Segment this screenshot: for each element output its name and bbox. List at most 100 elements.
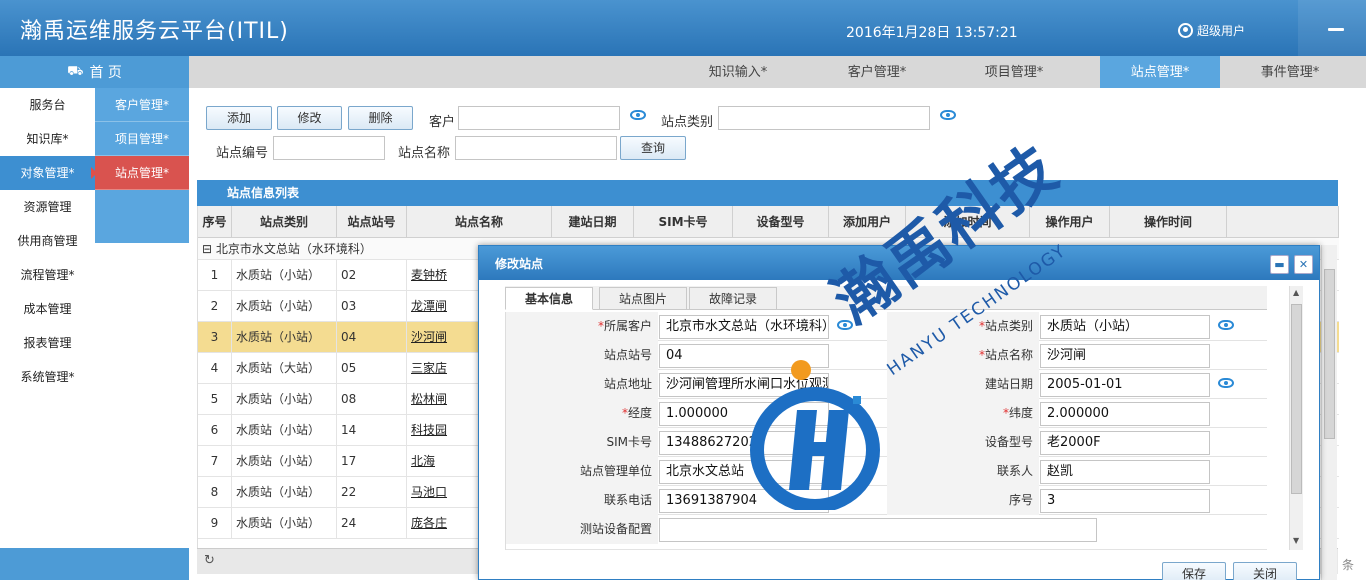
device-model-field[interactable]: 老2000F <box>1040 431 1210 455</box>
site-form: *所属客户 北京市水文总站（水环境科） *站点类别 水质站（小站） 站点站号 0… <box>505 312 1267 550</box>
column-header[interactable]: 建站日期 <box>552 206 634 238</box>
eye-icon[interactable] <box>1218 378 1234 388</box>
row-site-code: 05 <box>337 353 407 384</box>
sidebar-footer <box>0 548 189 580</box>
delete-button[interactable]: 删除 <box>348 106 413 130</box>
row-index: 4 <box>198 353 232 384</box>
sim-field[interactable]: 13488627202 <box>659 431 829 455</box>
minus-icon <box>1328 28 1344 31</box>
eye-icon[interactable] <box>837 320 853 330</box>
column-header[interactable]: 站点名称 <box>407 206 552 238</box>
site-type-label: 站点类别 <box>661 115 714 130</box>
row-site-code: 17 <box>337 446 407 477</box>
tab-sites[interactable]: 站点管理* <box>1100 56 1220 88</box>
tab-events[interactable]: 事件管理* <box>1230 56 1350 88</box>
sidebar-item-cost[interactable]: 成本管理 <box>0 292 95 326</box>
build-date-field[interactable]: 2005-01-01 <box>1040 373 1210 397</box>
column-header <box>1227 206 1339 238</box>
row-site-type: 水质站（小站） <box>232 415 337 446</box>
submenu: 客户管理* 项目管理* 站点管理* <box>95 88 189 243</box>
field-label: 序号 <box>887 486 1039 515</box>
tab-basic-info[interactable]: 基本信息 <box>505 287 593 310</box>
sequence-field[interactable]: 3 <box>1040 489 1210 513</box>
sidebar-item-process[interactable]: 流程管理* <box>0 258 95 292</box>
column-header[interactable]: 站点类别 <box>232 206 337 238</box>
tab-fault-records[interactable]: 故障记录 <box>689 287 777 310</box>
row-site-type: 水质站（小站） <box>232 446 337 477</box>
tab-site-images[interactable]: 站点图片 <box>599 287 687 310</box>
dialog-scrollbar[interactable]: ▲ ▼ <box>1289 286 1303 550</box>
tab-knowledge-input[interactable]: 知识输入* <box>678 56 798 88</box>
field-label: 联系电话 <box>506 486 658 515</box>
site-name-field[interactable]: 沙河闸 <box>1040 344 1210 368</box>
site-code-field[interactable]: 04 <box>659 344 829 368</box>
eye-icon[interactable] <box>940 110 956 120</box>
field-label: 站点管理单位 <box>506 457 658 486</box>
edit-button[interactable]: 修改 <box>277 106 342 130</box>
save-button[interactable]: 保存 <box>1162 562 1226 580</box>
query-button[interactable]: 查询 <box>620 136 686 160</box>
sidebar-item-objects[interactable]: 对象管理* <box>0 156 97 190</box>
management-unit-field[interactable]: 北京水文总站 <box>659 460 829 484</box>
longitude-field[interactable]: 1.000000 <box>659 402 829 426</box>
dialog-tabs: 基本信息 站点图片 故障记录 <box>505 286 1267 310</box>
column-header[interactable]: 站点站号 <box>337 206 407 238</box>
sidebar-item-suppliers[interactable]: 供用商管理 <box>0 224 95 258</box>
sidebar-item-system[interactable]: 系统管理* <box>0 360 95 394</box>
column-header[interactable]: 添加时间 <box>906 206 1030 238</box>
contact-field[interactable]: 赵凯 <box>1040 460 1210 484</box>
column-header[interactable]: 序号 <box>198 206 232 238</box>
column-header[interactable]: 设备型号 <box>733 206 829 238</box>
row-index: 2 <box>198 291 232 322</box>
app-title: 瀚禹运维服务云平台(ITIL) <box>20 19 289 44</box>
app-header: 瀚禹运维服务云平台(ITIL) 2016年1月28日 13:57:21 超级用户 <box>0 0 1366 56</box>
site-address-field[interactable]: 沙河闸管理所水闸口水位观测 <box>659 373 829 397</box>
close-icon[interactable]: ✕ <box>1294 255 1313 274</box>
close-button[interactable]: 关闭 <box>1233 562 1297 580</box>
table-footer-count: 条 <box>1341 558 1354 572</box>
user-name: 超级用户 <box>1197 24 1246 38</box>
submenu-item-customers[interactable]: 客户管理* <box>95 88 189 122</box>
submenu-item-projects[interactable]: 项目管理* <box>95 122 189 156</box>
latitude-field[interactable]: 2.000000 <box>1040 402 1210 426</box>
user-menu[interactable]: 超级用户 <box>1178 22 1245 39</box>
customer-field[interactable]: 北京市水文总站（水环境科） <box>659 315 829 339</box>
menu-toggle-button[interactable] <box>1298 0 1366 56</box>
site-code-input[interactable] <box>273 136 385 160</box>
tab-projects[interactable]: 项目管理* <box>954 56 1074 88</box>
customer-label: 客户 <box>429 115 456 130</box>
column-header[interactable]: SIM卡号 <box>634 206 733 238</box>
refresh-icon[interactable]: ↻ <box>204 553 215 568</box>
column-header[interactable]: 操作用户 <box>1030 206 1110 238</box>
sidebar-item-service-desk[interactable]: 服务台 <box>0 88 95 122</box>
eye-icon[interactable] <box>630 110 646 120</box>
submenu-item-sites[interactable]: 站点管理* <box>95 156 189 190</box>
tab-customers[interactable]: 客户管理* <box>817 56 937 88</box>
device-config-field[interactable] <box>659 518 1097 542</box>
field-label: *经度 <box>506 399 658 428</box>
phone-field[interactable]: 13691387904 <box>659 489 829 513</box>
row-index: 6 <box>198 415 232 446</box>
column-header[interactable]: 添加用户 <box>829 206 906 238</box>
sidebar-item-knowledge[interactable]: 知识库* <box>0 122 95 156</box>
home-button[interactable]: ⛟ 首 页 <box>0 56 189 88</box>
site-type-input[interactable] <box>718 106 930 130</box>
field-label: 站点站号 <box>506 341 658 370</box>
site-name-input[interactable] <box>455 136 617 160</box>
sidebar-item-resources[interactable]: 资源管理 <box>0 190 95 224</box>
row-site-type: 水质站（小站） <box>232 508 337 539</box>
edit-site-dialog: 修改站点 ▬ ✕ 基本信息 站点图片 故障记录 *所属客户 北京市水文总站（水环… <box>478 245 1320 580</box>
add-button[interactable]: 添加 <box>206 106 272 130</box>
main-scrollbar[interactable] <box>1321 245 1337 580</box>
customer-input[interactable] <box>458 106 620 130</box>
eye-icon[interactable] <box>1218 320 1234 330</box>
user-icon <box>1178 23 1193 38</box>
site-code-label: 站点编号 <box>216 146 269 161</box>
sidebar-item-reports[interactable]: 报表管理 <box>0 326 95 360</box>
column-header[interactable]: 操作时间 <box>1110 206 1227 238</box>
field-label: *纬度 <box>887 399 1039 428</box>
site-type-field[interactable]: 水质站（小站） <box>1040 315 1210 339</box>
row-index: 9 <box>198 508 232 539</box>
row-index: 8 <box>198 477 232 508</box>
minimize-icon[interactable]: ▬ <box>1270 255 1289 274</box>
